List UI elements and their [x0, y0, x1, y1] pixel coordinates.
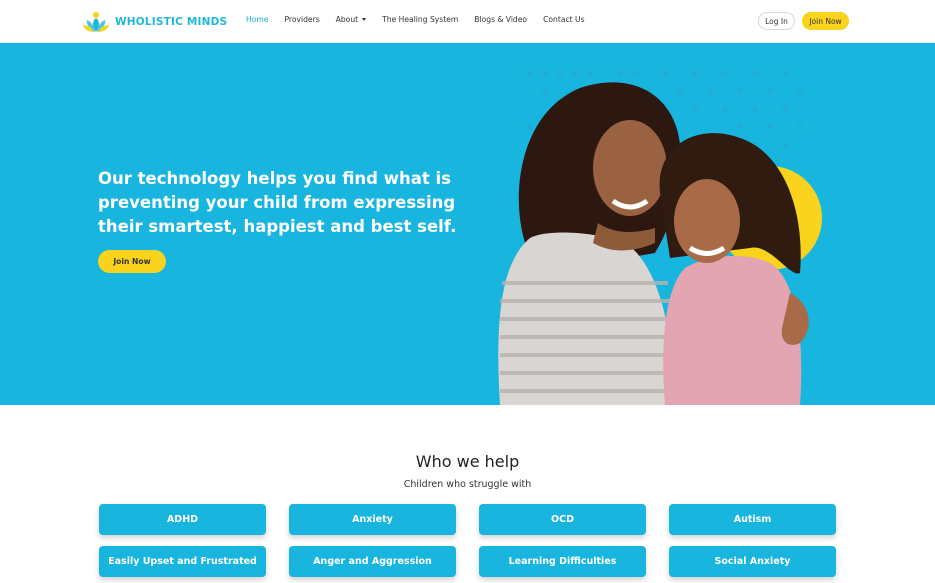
nav-blogs-video[interactable]: Blogs & Video [474, 15, 527, 24]
condition-anxiety[interactable]: Anxiety [289, 504, 456, 535]
brand-logo[interactable]: WHOLISTIC MINDS [82, 9, 227, 35]
nav-about[interactable]: About [335, 15, 367, 24]
nav-home[interactable]: Home [246, 15, 268, 24]
hero-photo-mother-daughter [498, 70, 822, 405]
who-we-help-title: Who we help [415, 452, 520, 471]
condition-ocd[interactable]: OCD [479, 504, 646, 535]
brand-name: WHOLISTIC MINDS [115, 16, 228, 28]
who-we-help-subtitle: Children who struggle with [403, 479, 532, 490]
nav-contact[interactable]: Contact Us [543, 15, 584, 24]
condition-adhd[interactable]: ADHD [99, 504, 266, 535]
condition-autism[interactable]: Autism [669, 504, 836, 535]
nav-healing-system[interactable]: The Healing System [382, 15, 458, 24]
hero-banner: Our technology helps you find what is pr… [0, 43, 935, 405]
hero-join-now-button[interactable]: Join Now [98, 250, 166, 273]
condition-anger-aggression[interactable]: Anger and Aggression [289, 546, 456, 577]
join-now-nav-button[interactable]: Join Now [802, 12, 849, 30]
chevron-down-icon [362, 18, 367, 21]
condition-social-anxiety[interactable]: Social Anxiety [669, 546, 836, 577]
lotus-logo-icon [83, 12, 109, 32]
top-navbar: WHOLISTIC MINDS Home Providers About The… [0, 0, 935, 43]
login-button[interactable]: Log In [758, 12, 795, 30]
hero-heading: Our technology helps you find what is pr… [98, 169, 457, 236]
condition-easily-upset[interactable]: Easily Upset and Frustrated [99, 546, 266, 577]
nav-providers[interactable]: Providers [284, 15, 319, 24]
condition-learning-difficulties[interactable]: Learning Difficulties [479, 546, 646, 577]
nav-about-label: About [335, 15, 359, 24]
main-menu: Home Providers About The Healing System … [246, 15, 601, 24]
